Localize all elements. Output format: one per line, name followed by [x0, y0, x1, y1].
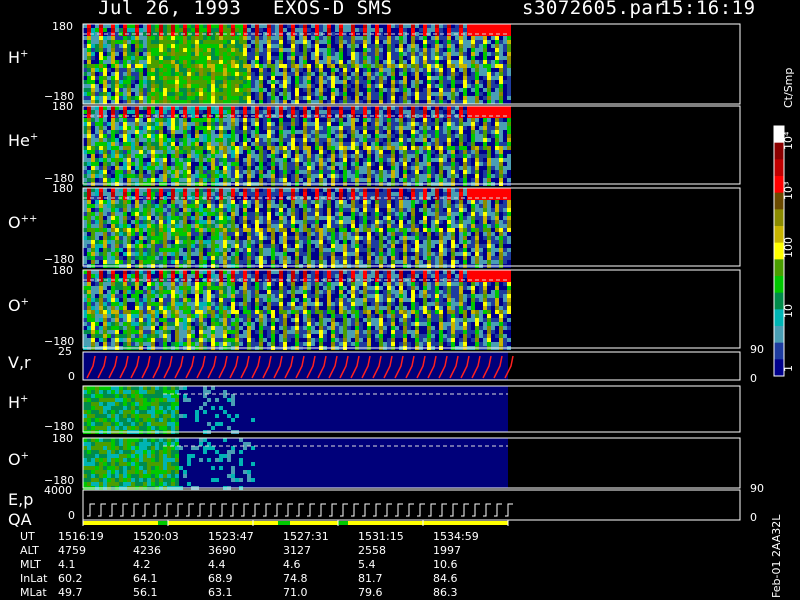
panel-label-qa: QA [8, 510, 32, 529]
ephemeris-cell: 64.1 [133, 572, 158, 585]
colorbar-tick-1e3: 10³ [782, 181, 795, 200]
tick-op-top: 180 [52, 264, 73, 277]
ephemeris-label: ALT [20, 544, 39, 557]
colorbar-swatch-8 [774, 259, 784, 277]
ephemeris-cell: 4236 [133, 544, 161, 557]
colorbar-swatch-12 [774, 326, 784, 344]
header-mission: EXOS-D SMS [273, 0, 393, 19]
ephemeris-cell: 74.8 [283, 572, 308, 585]
tick-he-top: 180 [52, 100, 73, 113]
panel-label-vr: V,r [8, 353, 31, 372]
panel-h-plus [82, 23, 741, 105]
colorbar-swatch-9 [774, 276, 784, 294]
ephemeris-label: MLat [20, 586, 47, 599]
ephemeris-cell: 60.2 [58, 572, 83, 585]
colorbar-tick-1e4: 10⁴ [782, 131, 795, 150]
tick-h-top: 180 [52, 20, 73, 33]
ephemeris-cell: 86.3 [433, 586, 458, 599]
tick-vr-right-top: 90 [750, 343, 764, 356]
ephemeris-label: MLT [20, 558, 41, 571]
panel-o-plus [82, 269, 741, 350]
ephemeris-label: UT [20, 530, 35, 543]
panel-label-h-plus: H+ [8, 48, 29, 67]
colorbar-unit: Ct/Smp [782, 67, 795, 108]
panel-label-ep: E,p [8, 490, 34, 509]
colorbar-swatch-2 [774, 159, 784, 177]
panel-o-plus-2 [82, 437, 741, 490]
tick-opp-top: 180 [52, 182, 73, 195]
ephemeris-cell: 63.1 [208, 586, 233, 599]
ephemeris-cell: 2558 [358, 544, 386, 557]
colorbar-tick-100: 100 [782, 237, 795, 258]
colorbar-tick-1: 1 [782, 365, 795, 372]
tick-o2-top: 180 [52, 432, 73, 445]
header-date: Jul 26, 1993 [98, 0, 242, 19]
ephemeris-cell: 3127 [283, 544, 311, 557]
panel-label-he-plus: He+ [8, 131, 39, 150]
ephemeris-cell: 56.1 [133, 586, 158, 599]
tick-vr-top: 25 [58, 345, 72, 358]
ephemeris-label: InLat [20, 572, 48, 585]
ephemeris-cell: 79.6 [358, 586, 383, 599]
ephemeris-cell: 4.6 [283, 558, 301, 571]
side-label: Feb-01 2AA32L [770, 514, 783, 598]
tick-vr-bottom: 0 [68, 370, 75, 383]
panel-ep [82, 489, 741, 525]
tick-ep-right-top: 90 [750, 482, 764, 495]
ephemeris-cell: 4759 [58, 544, 86, 557]
panel-label-o-plus-2: O+ [8, 450, 29, 469]
ephemeris-cell: 81.7 [358, 572, 383, 585]
tick-ep-top: 4000 [44, 484, 72, 497]
ephemeris-cell: 5.4 [358, 558, 376, 571]
ephemeris-cell: 1997 [433, 544, 461, 557]
ephemeris-cell: 4.2 [133, 558, 151, 571]
tick-vr-right-bottom: 0 [750, 372, 757, 385]
header-file: s3072605.par [522, 0, 666, 19]
colorbar-swatch-5 [774, 209, 784, 227]
panel-opp [82, 187, 741, 268]
ephemeris-cell: 4.4 [208, 558, 226, 571]
ephemeris-cell: 1523:47 [208, 530, 254, 543]
panel-vr [82, 351, 741, 381]
ephemeris-cell: 1520:03 [133, 530, 179, 543]
colorbar-swatch-13 [774, 342, 784, 360]
panel-label-o-plusplus: O++ [8, 213, 38, 232]
ephemeris-cell: 49.7 [58, 586, 83, 599]
ephemeris-cell: 3690 [208, 544, 236, 557]
ephemeris-cell: 84.6 [433, 572, 458, 585]
panel-h-plus-2 [82, 385, 741, 434]
ephemeris-cell: 71.0 [283, 586, 308, 599]
ephemeris-cell: 4.1 [58, 558, 76, 571]
ephemeris-cell: 68.9 [208, 572, 233, 585]
ephemeris-cell: 1534:59 [433, 530, 479, 543]
colorbar-tick-10: 10 [782, 304, 795, 318]
panel-label-o-plus: O+ [8, 296, 29, 315]
ephemeris-cell: 1531:15 [358, 530, 404, 543]
panel-he-plus [82, 105, 741, 186]
tick-ep-right-bottom: 0 [750, 511, 757, 524]
spectrogram-chart [82, 23, 785, 526]
ephemeris-cell: 1516:19 [58, 530, 104, 543]
header-time: 15:16:19 [660, 0, 756, 19]
ephemeris-cell: 10.6 [433, 558, 458, 571]
tick-qa-zero: 0 [68, 509, 75, 522]
ephemeris-cell: 1527:31 [283, 530, 329, 543]
panel-label-h-plus-2: H+ [8, 393, 29, 412]
